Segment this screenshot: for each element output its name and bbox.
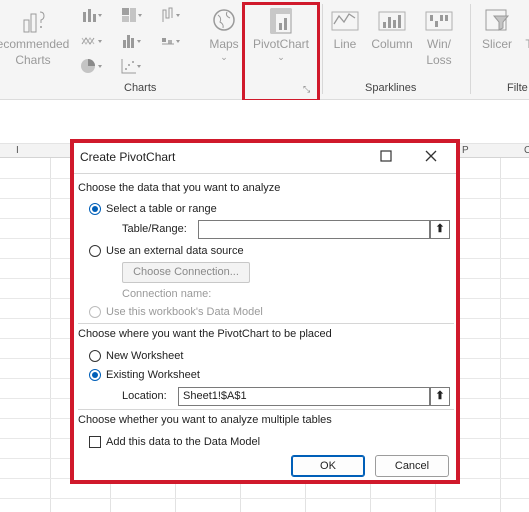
existing-worksheet-option[interactable]: Existing Worksheet <box>89 368 200 382</box>
maps-label: Maps <box>209 37 239 51</box>
external-source-label: Use an external data source <box>106 245 244 257</box>
connection-name-label: Connection name: <box>122 288 212 300</box>
formula-area <box>0 100 529 144</box>
new-worksheet-label: New Worksheet <box>106 350 184 362</box>
title-divider <box>74 173 456 174</box>
grid-line <box>0 498 529 499</box>
sparklines-group-label: Sparklines <box>365 82 417 94</box>
recommended-charts-label: ecommended Charts <box>0 37 70 67</box>
sparkline-winloss-icon <box>425 11 453 31</box>
add-data-model-option[interactable]: Add this data to the Data Model <box>89 435 260 449</box>
column-header-p[interactable]: P <box>462 144 469 158</box>
maps-button[interactable]: Maps ⌄ <box>204 6 244 62</box>
sparkline-column-button[interactable]: Column <box>367 6 417 52</box>
location-input[interactable]: Sheet1!$A$1 <box>178 387 430 406</box>
location-label: Location: <box>122 390 167 402</box>
data-model-option[interactable]: Use this workbook's Data Model <box>89 305 263 319</box>
add-data-model-label: Add this data to the Data Model <box>106 436 261 448</box>
section-multi-heading: Choose whether you want to analyze multi… <box>78 414 332 426</box>
maximize-button[interactable] <box>376 147 396 165</box>
sparkline-line-button[interactable]: Line <box>327 6 363 52</box>
pivotchart-highlight-box <box>242 2 320 102</box>
scatter-chart-icon[interactable] <box>120 57 142 75</box>
combo-chart-icon[interactable] <box>160 32 182 50</box>
upload-arrow-icon: ⬆ <box>435 390 445 402</box>
filters-group-label: Filte <box>507 82 528 94</box>
line-label: Line <box>333 37 357 51</box>
section-divider <box>78 409 454 410</box>
timeline-button[interactable]: T <box>519 6 529 52</box>
recommended-charts-button[interactable]: ecommended Charts <box>0 6 74 68</box>
section-place-heading: Choose where you want the PivotChart to … <box>78 328 332 340</box>
column-chart-icon[interactable] <box>80 6 102 24</box>
hierarchy-chart-icon[interactable] <box>120 6 142 24</box>
ok-button[interactable]: OK <box>291 455 365 477</box>
data-model-radio[interactable] <box>89 306 101 318</box>
waterfall-chart-icon[interactable] <box>160 6 182 24</box>
column-header-i[interactable]: I <box>16 144 19 158</box>
table-range-label: Table/Range: <box>122 223 187 235</box>
select-table-label: Select a table or range <box>106 203 217 215</box>
slicer-icon <box>485 9 510 31</box>
select-table-option[interactable]: Select a table or range <box>89 202 217 216</box>
win-loss-label: Win/ Loss <box>426 37 452 67</box>
globe-icon <box>213 9 235 31</box>
timeline-label: T <box>519 36 529 52</box>
add-data-model-checkbox[interactable] <box>89 436 101 448</box>
section-divider <box>78 323 454 324</box>
cancel-button[interactable]: Cancel <box>375 455 449 477</box>
ribbon: ecommended Charts Maps ⌄ PivotChart ⌄ Ch… <box>0 0 529 102</box>
new-worksheet-option[interactable]: New Worksheet <box>89 349 183 363</box>
close-icon <box>425 150 437 162</box>
line-chart-icon[interactable] <box>80 32 102 50</box>
group-separator <box>470 4 471 94</box>
external-source-option[interactable]: Use an external data source <box>89 244 244 258</box>
data-model-label: Use this workbook's Data Model <box>106 306 263 318</box>
sparkline-line-icon <box>331 11 359 31</box>
group-separator <box>322 4 323 94</box>
statistic-chart-icon[interactable] <box>120 32 142 50</box>
table-range-collapse-button[interactable]: ⬆ <box>430 220 450 239</box>
existing-worksheet-radio[interactable] <box>89 369 101 381</box>
maps-dropdown-icon: ⌄ <box>220 52 228 62</box>
sparkline-column-icon <box>378 11 406 31</box>
section-data-heading: Choose the data that you want to analyze <box>78 182 281 194</box>
table-range-input[interactable] <box>198 220 430 239</box>
maximize-icon <box>380 150 392 162</box>
column-label: Column <box>371 37 413 51</box>
create-pivotchart-dialog: Create PivotChart Choose the data that y… <box>70 139 460 484</box>
choose-connection-button[interactable]: Choose Connection... <box>122 262 250 283</box>
dialog-title: Create PivotChart <box>80 150 176 164</box>
pie-chart-icon[interactable] <box>80 57 102 75</box>
column-header-c[interactable]: C <box>524 144 529 158</box>
external-source-radio[interactable] <box>89 245 101 257</box>
upload-arrow-icon: ⬆ <box>435 223 445 235</box>
slicer-label: Slicer <box>481 37 512 51</box>
location-collapse-button[interactable]: ⬆ <box>430 387 450 406</box>
recommended-charts-icon <box>23 11 45 33</box>
slicer-button[interactable]: Slicer <box>475 6 519 52</box>
close-button[interactable] <box>421 147 441 165</box>
sparkline-winloss-button[interactable]: Win/ Loss <box>420 6 458 68</box>
charts-group-label: Charts <box>124 82 157 94</box>
select-table-radio[interactable] <box>89 203 101 215</box>
existing-worksheet-label: Existing Worksheet <box>106 369 200 381</box>
new-worksheet-radio[interactable] <box>89 350 101 362</box>
